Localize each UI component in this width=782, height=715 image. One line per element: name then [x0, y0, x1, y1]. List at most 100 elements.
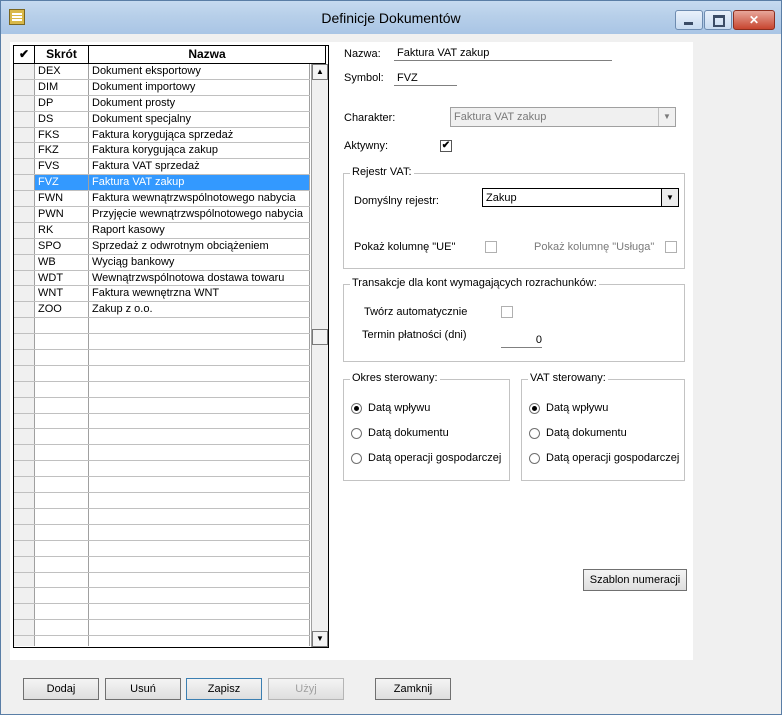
row-selector[interactable] [14, 445, 35, 461]
documents-grid[interactable]: ✔ Skrót Nazwa DEX Dokument eksportowy DIM D… [13, 45, 329, 648]
row-selector[interactable] [14, 318, 35, 334]
skrot-column-header[interactable]: Skrót [35, 46, 89, 63]
nazwa-column-header[interactable]: Nazwa [89, 46, 326, 63]
table-row[interactable]: SPO Sprzedaż z odwrotnym obciążeniem [14, 238, 310, 255]
table-row-empty[interactable] [14, 461, 310, 478]
table-row-empty[interactable] [14, 620, 310, 637]
ue-column-checkbox[interactable] [485, 241, 497, 253]
domyslny-rejestr-select[interactable]: Zakup ▼ [482, 188, 679, 207]
row-selector[interactable] [14, 365, 35, 381]
table-row[interactable]: FVZ Faktura VAT zakup [14, 175, 310, 192]
row-selector[interactable] [14, 397, 35, 413]
chevron-down-icon[interactable]: ▼ [661, 189, 678, 207]
row-selector[interactable] [14, 477, 35, 493]
szablon-numeracji-button[interactable]: Szablon numeracji [583, 569, 687, 591]
row-selector[interactable] [14, 95, 35, 111]
table-row[interactable]: FKZ Faktura korygująca zakup [14, 143, 310, 160]
row-selector[interactable] [14, 461, 35, 477]
row-selector[interactable] [14, 620, 35, 636]
usluga-column-checkbox[interactable] [665, 241, 677, 253]
table-row[interactable]: DP Dokument prosty [14, 95, 310, 112]
check-column-header[interactable]: ✔ [14, 46, 35, 63]
table-row-empty[interactable] [14, 318, 310, 335]
row-selector[interactable] [14, 143, 35, 159]
table-row-empty[interactable] [14, 508, 310, 525]
vat-datadokumentu-radio[interactable] [529, 428, 540, 439]
row-selector[interactable] [14, 302, 35, 318]
row-selector[interactable] [14, 238, 35, 254]
row-selector[interactable] [14, 207, 35, 222]
table-row-empty[interactable] [14, 604, 310, 621]
table-row-empty[interactable] [14, 429, 310, 446]
scroll-up-button[interactable]: ▲ [312, 64, 328, 80]
table-row-empty[interactable] [14, 381, 310, 398]
scroll-down-button[interactable]: ▼ [312, 631, 328, 647]
symbol-field[interactable]: FVZ [394, 71, 457, 86]
charakter-select[interactable]: Faktura VAT zakup ▼ [450, 107, 676, 127]
row-selector[interactable] [14, 524, 35, 540]
table-row[interactable]: RK Raport kasowy [14, 222, 310, 239]
row-selector[interactable] [14, 175, 35, 191]
row-selector[interactable] [14, 127, 35, 143]
table-row-empty[interactable] [14, 445, 310, 462]
row-selector[interactable] [14, 270, 35, 286]
table-row[interactable]: WDT Wewnątrzwspólnotowa dostawa towaru [14, 270, 310, 287]
scroll-thumb[interactable] [312, 329, 328, 345]
row-selector[interactable] [14, 79, 35, 95]
uzyj-button[interactable]: Użyj [268, 678, 344, 700]
okres-dataoperacji-radio[interactable] [351, 453, 362, 464]
table-row[interactable]: DEX Dokument eksportowy [14, 64, 310, 80]
row-selector[interactable] [14, 64, 35, 79]
table-row[interactable]: FWN Faktura wewnątrzwspólnotowego nabycia [14, 191, 310, 208]
vat-dataoperacji-radio[interactable] [529, 453, 540, 464]
tworz-automatycznie-checkbox[interactable] [501, 306, 513, 318]
row-selector[interactable] [14, 493, 35, 508]
table-row-empty[interactable] [14, 350, 310, 366]
table-row-empty[interactable] [14, 477, 310, 494]
okres-datawplywu-radio[interactable] [351, 403, 362, 414]
table-row-empty[interactable] [14, 556, 310, 573]
table-row[interactable]: PWN Przyjęcie wewnątrzwspólnotowego nabyc… [14, 207, 310, 223]
table-row-empty[interactable] [14, 365, 310, 382]
table-row[interactable]: ZOO Zakup z o.o. [14, 302, 310, 319]
close-button[interactable]: ✕ [733, 10, 775, 30]
vat-datawplywu-radio[interactable] [529, 403, 540, 414]
table-row[interactable]: FKS Faktura korygująca sprzedaż [14, 127, 310, 144]
table-row[interactable]: DS Dokument specjalny [14, 111, 310, 128]
row-selector[interactable] [14, 413, 35, 429]
zamknij-button[interactable]: Zamknij [375, 678, 451, 700]
termin-platnosci-field[interactable]: 0 [501, 333, 542, 348]
minimize-button[interactable] [675, 10, 703, 30]
row-selector[interactable] [14, 604, 35, 620]
aktywny-checkbox[interactable]: ✔ [440, 140, 452, 152]
maximize-button[interactable] [704, 10, 732, 30]
table-row-empty[interactable] [14, 413, 310, 430]
row-selector[interactable] [14, 572, 35, 588]
table-row[interactable]: DIM Dokument importowy [14, 79, 310, 96]
table-row-empty[interactable] [14, 397, 310, 414]
row-selector[interactable] [14, 588, 35, 604]
table-row-empty[interactable] [14, 588, 310, 605]
okres-datadokumentu-radio[interactable] [351, 428, 362, 439]
row-selector[interactable] [14, 222, 35, 238]
row-selector[interactable] [14, 111, 35, 127]
row-selector[interactable] [14, 254, 35, 270]
row-selector[interactable] [14, 508, 35, 524]
vertical-scrollbar[interactable]: ▲ ▼ [311, 64, 328, 647]
row-selector[interactable] [14, 636, 35, 646]
row-selector[interactable] [14, 286, 35, 302]
row-selector[interactable] [14, 334, 35, 350]
table-row[interactable]: WNT Faktura wewnętrzna WNT [14, 286, 310, 303]
row-selector[interactable] [14, 381, 35, 397]
chevron-down-icon[interactable]: ▼ [658, 108, 675, 126]
table-row-empty[interactable] [14, 636, 310, 646]
table-row[interactable]: WB Wyciąg bankowy [14, 254, 310, 271]
row-selector[interactable] [14, 429, 35, 445]
table-row-empty[interactable] [14, 540, 310, 557]
table-row[interactable]: FVS Faktura VAT sprzedaż [14, 159, 310, 176]
table-row-empty[interactable] [14, 334, 310, 351]
title-bar[interactable]: Definicje Dokumentów ✕ [1, 1, 781, 34]
usun-button[interactable]: Usuń [105, 678, 181, 700]
dodaj-button[interactable]: Dodaj [23, 678, 99, 700]
table-row-empty[interactable] [14, 572, 310, 589]
